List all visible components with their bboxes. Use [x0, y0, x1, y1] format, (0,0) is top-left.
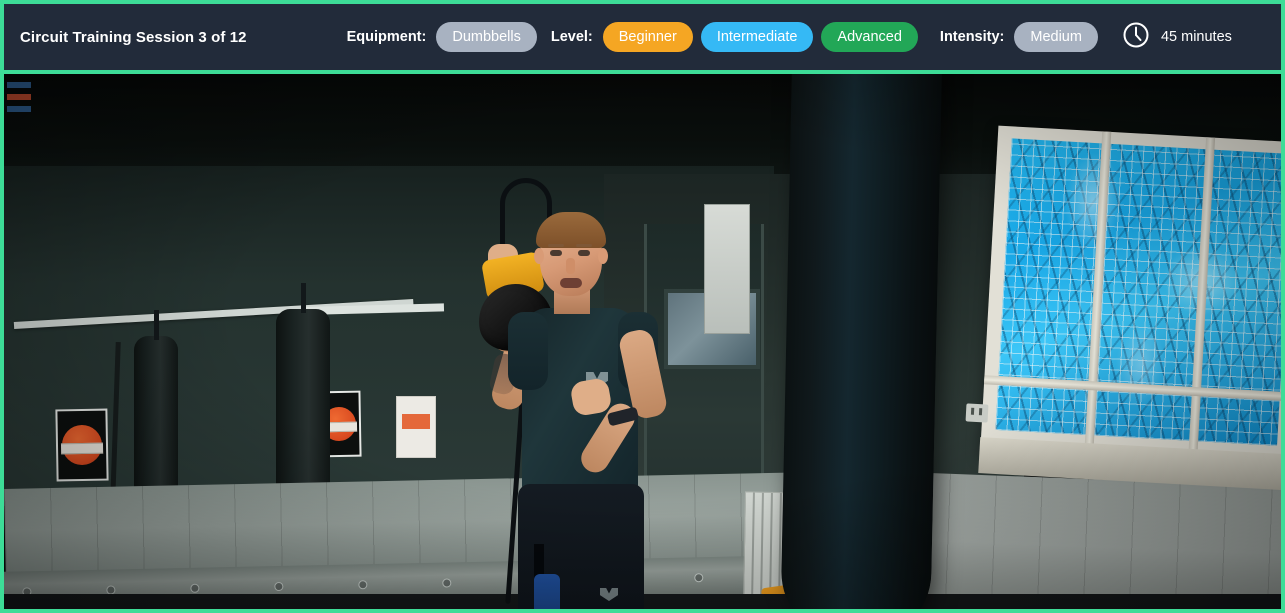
skirting-bolt: [358, 580, 368, 590]
left-eye: [550, 250, 562, 256]
wall-poster: [55, 408, 109, 482]
skirting-bolt: [274, 581, 284, 592]
notice-row: [7, 94, 31, 100]
equipment-group: Equipment: Dumbbells: [347, 22, 537, 52]
water-bottle: [534, 574, 560, 609]
duration-text: 45 minutes: [1160, 29, 1232, 45]
window-glass: [995, 138, 1281, 446]
skirting-bolt: [442, 578, 452, 588]
gym-window: [980, 125, 1281, 473]
wainscot-lines: [898, 472, 1281, 609]
intensity-label: Intensity:: [939, 29, 1005, 45]
right-ear: [598, 248, 608, 264]
notice-graphic: [401, 413, 431, 430]
foreground-punching-bag: [779, 74, 943, 609]
clock-icon: [1122, 21, 1150, 54]
nose: [566, 258, 575, 274]
left-sleeve: [508, 312, 548, 390]
socket-slot: [970, 407, 975, 415]
bag-strap: [153, 310, 159, 340]
left-brow: [548, 244, 564, 247]
duration-group: 45 minutes: [1122, 21, 1232, 54]
page-title: Circuit Training Session 3 of 12: [20, 28, 247, 46]
level-group: Level: Beginner Intermediate Advanced: [551, 22, 918, 52]
socket-slot: [978, 408, 983, 416]
level-badge-intermediate[interactable]: Intermediate: [700, 22, 814, 52]
mouth: [560, 278, 582, 288]
wall-wainscot-right: [898, 472, 1281, 609]
intensity-group: Intensity: Medium: [940, 22, 1098, 52]
hair: [536, 212, 606, 248]
level-badge-beginner[interactable]: Beginner: [602, 22, 693, 52]
right-brow: [576, 244, 592, 247]
poster-band: [60, 442, 104, 455]
trainer-figure: [471, 178, 714, 609]
equipment-label: Equipment:: [346, 29, 427, 45]
notice-row: [7, 106, 31, 112]
wall-socket: [965, 403, 989, 423]
intensity-badge-medium[interactable]: Medium: [1014, 22, 1098, 52]
level-label: Level:: [550, 29, 593, 45]
skirting-bolt: [190, 583, 200, 593]
right-eye: [578, 250, 590, 256]
level-badge-advanced[interactable]: Advanced: [821, 22, 918, 52]
video-player-surface[interactable]: [4, 74, 1281, 609]
wall-notice: [396, 396, 436, 458]
left-ear: [534, 248, 544, 264]
bag-strap: [300, 283, 306, 313]
equipment-badge-dumbbells[interactable]: Dumbbells: [436, 22, 537, 52]
notice-row: [7, 82, 31, 88]
session-header: Circuit Training Session 3 of 12 Equipme…: [4, 4, 1281, 74]
workout-player: Circuit Training Session 3 of 12 Equipme…: [0, 0, 1285, 613]
window-mesh: [995, 138, 1281, 446]
